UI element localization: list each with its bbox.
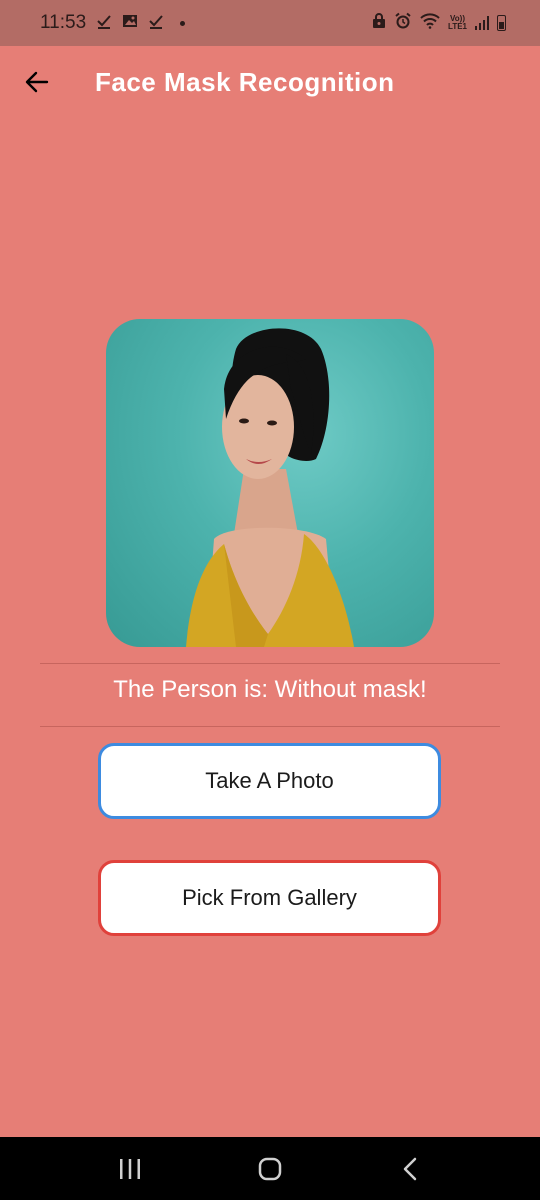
system-nav-bar [0,1137,540,1200]
home-button[interactable] [240,1149,300,1189]
home-icon [258,1157,282,1180]
divider-bottom [40,726,500,727]
recents-icon [120,1158,140,1179]
dot-icon [180,20,186,26]
take-photo-button[interactable]: Take A Photo [98,743,441,819]
nav-back-button[interactable] [380,1149,440,1189]
check-icon [148,13,164,33]
lock-icon [372,13,386,33]
lte-bottom-label: LTE1 [448,22,467,31]
status-right: Vo)) LTE1 [372,12,506,34]
status-time: 11:53 [40,12,87,33]
back-button[interactable] [17,62,57,102]
status-left: 11:53 [40,12,186,34]
arrow-left-icon [25,71,49,93]
image-icon [122,13,138,33]
page-title: Face Mask Recognition [95,66,395,97]
check-icon [96,13,112,33]
app-bar: Face Mask Recognition [0,46,540,118]
wifi-icon [420,13,440,33]
preview-image [106,319,434,647]
pick-from-gallery-button[interactable]: Pick From Gallery [98,860,441,936]
alarm-icon [394,12,412,34]
nav-back-icon [403,1157,417,1180]
portrait-illustration [186,328,354,647]
result-text: The Person is: Without mask! [113,676,427,703]
status-bar: 11:53 Vo)) LTE1 [0,0,540,46]
volte-lte-icon: Vo)) LTE1 [448,15,467,31]
divider-top [40,663,500,664]
signal-icon [475,16,489,30]
recents-button[interactable] [100,1149,160,1189]
battery-icon [497,15,506,31]
